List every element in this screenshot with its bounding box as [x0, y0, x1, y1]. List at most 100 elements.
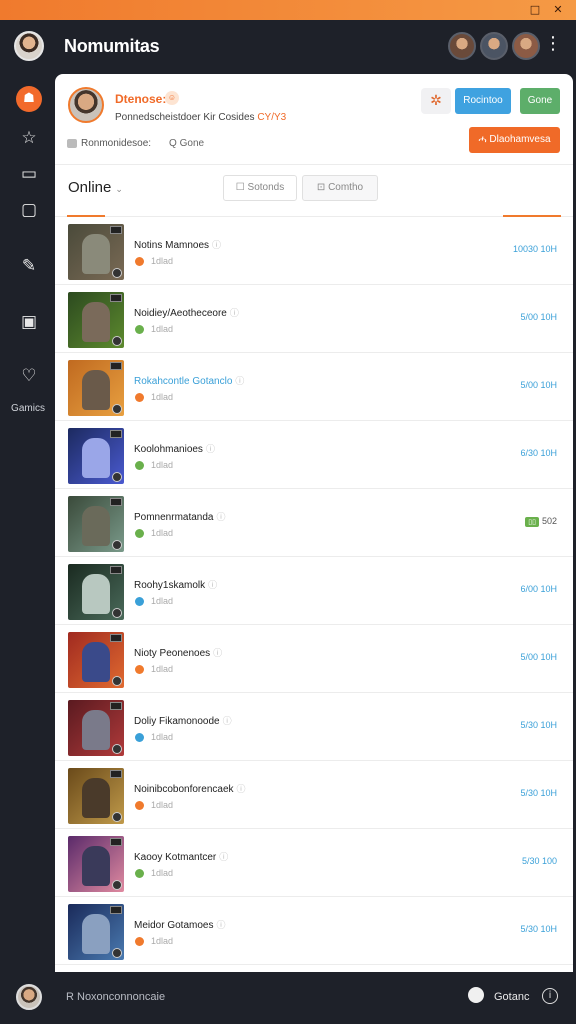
thumbnail-badge-icon [112, 608, 122, 618]
sidebar: ☗ ☆ ▭ ▢ ✎ ▣ ♡ Gamics [0, 74, 56, 972]
presence-dot [135, 869, 144, 878]
row-name-text: Kaooy Kotmantcer [134, 852, 217, 863]
friend-avatar[interactable] [512, 32, 540, 60]
info-icon: ⓘ [235, 376, 245, 386]
row-name: Rokahcontle Gotanclo ⓘ [134, 374, 244, 387]
thumbnail-tag [110, 770, 122, 778]
info-icon: ⓘ [229, 308, 239, 318]
thumbnail-badge-icon [112, 404, 122, 414]
more-menu-icon[interactable]: ⋮ [544, 34, 562, 54]
row-status: 1dlad [151, 664, 174, 674]
square-icon[interactable]: ▢ [18, 199, 40, 221]
row-time: 6/00 10H [520, 584, 557, 594]
heart-icon[interactable]: ♡ [18, 365, 40, 387]
close-icon[interactable]: ✕ [551, 3, 565, 17]
row-name: Noidiey/Aeotheceore ⓘ [134, 306, 239, 319]
thumbnail-tag [110, 362, 122, 370]
thumbnail-tag [110, 634, 122, 642]
character-figure [82, 710, 110, 750]
thumbnail-badge-icon [112, 472, 122, 482]
thumbnail-tag [110, 498, 122, 506]
profile-status-text: Ponnedscheistdoer Kir Cosides [115, 112, 255, 123]
game-thumbnail[interactable] [68, 768, 124, 824]
profile-meta: Ronmonidesoe: Q Gone [67, 138, 204, 149]
primary-action-button[interactable]: Rocintoo [455, 88, 511, 114]
row-time-text: 5/30 10H [520, 788, 557, 798]
thumbnail-badge-icon [112, 880, 122, 890]
thumbnail-tag [110, 702, 122, 710]
user-avatar[interactable] [14, 31, 44, 61]
profile-avatar[interactable] [68, 87, 104, 123]
profile-header: Dtenose: ☺ Ponnedscheistdoer Kir Cosides… [55, 74, 573, 164]
list-item[interactable]: Doliy Fikamonoode ⓘ 1dlad 5/30 10H [55, 693, 573, 761]
row-status: 1dlad [151, 936, 174, 946]
orange-action-button[interactable]: ሓ Dlaohamvesa [469, 127, 560, 153]
user-icon[interactable] [468, 987, 484, 1003]
list-item[interactable]: Notins Mamnoes ⓘ 1dlad 10030 10H [55, 217, 573, 285]
game-thumbnail[interactable] [68, 428, 124, 484]
list-item[interactable]: Pomnenrmatanda ⓘ 1dlad ▯▯ 502 [55, 489, 573, 557]
presence-dot [135, 461, 144, 470]
row-name: Meidor Gotamoes ⓘ [134, 918, 226, 931]
thumbnail-tag [110, 566, 122, 574]
app-header: Nomumitas ⋮ [0, 20, 576, 74]
profile-meta-game[interactable]: Q Gone [169, 138, 204, 149]
list-item[interactable]: Roohy1skamolk ⓘ 1dlad 6/00 10H [55, 557, 573, 625]
row-time: 10030 10H [513, 244, 557, 254]
presence-dot [135, 325, 144, 334]
game-thumbnail[interactable] [68, 904, 124, 960]
footer-avatar[interactable] [16, 984, 42, 1010]
game-thumbnail[interactable] [68, 224, 124, 280]
list-item[interactable]: Noidiey/Aeotheceore ⓘ 1dlad 5/00 10H [55, 285, 573, 353]
secondary-action-button[interactable]: Gone [520, 88, 560, 114]
info-icon: ⓘ [212, 240, 222, 250]
list-item[interactable]: Nioty Peonenoes ⓘ 1dlad 5/00 10H [55, 625, 573, 693]
row-time: ▯▯ 502 [525, 516, 557, 527]
row-time: 5/30 10H [520, 924, 557, 934]
tools-icon[interactable]: ✲ [421, 88, 451, 114]
row-name: Pomnenrmatanda ⓘ [134, 510, 226, 523]
game-thumbnail[interactable] [68, 836, 124, 892]
image-icon[interactable]: ▣ [18, 311, 40, 333]
footer-text: R Noxonconnoncaie [66, 991, 166, 1003]
friend-avatar[interactable] [480, 32, 508, 60]
row-status: 1dlad [151, 324, 174, 334]
sidebar-label[interactable]: Gamics [0, 403, 56, 414]
friend-avatar[interactable] [448, 32, 476, 60]
online-filter[interactable]: Online ⌄ [68, 179, 123, 196]
presence-dot [135, 801, 144, 810]
filter-button-1[interactable]: ☐ Sotonds [223, 175, 297, 201]
row-time: 5/00 10H [520, 652, 557, 662]
row-time-text: 10030 10H [512, 244, 557, 254]
game-thumbnail[interactable] [68, 632, 124, 688]
chat-icon[interactable]: ▭ [18, 163, 40, 185]
list-item[interactable]: Rokahcontle Gotanclo ⓘ 1dlad 5/00 10H [55, 353, 573, 421]
filter-button-2[interactable]: ⊡ Comtho [302, 175, 378, 201]
star-icon[interactable]: ☆ [18, 127, 40, 149]
footer-label[interactable]: Gotanc [494, 991, 529, 1003]
window-titlebar: □ ✕ [0, 0, 576, 20]
minimize-icon[interactable]: □ [528, 3, 542, 17]
game-thumbnail[interactable] [68, 292, 124, 348]
row-name-text: Nioty Peonenoes [134, 648, 211, 659]
list-item[interactable]: Meidor Gotamoes ⓘ 1dlad 5/30 10H [55, 897, 573, 965]
game-thumbnail[interactable] [68, 700, 124, 756]
game-thumbnail[interactable] [68, 496, 124, 552]
pencil-icon[interactable]: ✎ [18, 255, 40, 277]
game-thumbnail[interactable] [68, 360, 124, 416]
list-item[interactable]: Kaooy Kotmantcer ⓘ 1dlad 5/30 100 [55, 829, 573, 897]
info-icon: ⓘ [208, 580, 218, 590]
info-icon[interactable]: i [542, 988, 558, 1004]
home-icon[interactable]: ☗ [16, 86, 42, 112]
thumbnail-badge-icon [112, 948, 122, 958]
row-status: 1dlad [151, 732, 174, 742]
filter-bar: Online ⌄ ☐ Sotonds ⊡ Comtho [55, 164, 573, 217]
info-icon: ⓘ [219, 852, 229, 862]
row-name: Nioty Peonenoes ⓘ [134, 646, 222, 659]
chevron-down-icon[interactable]: ⌄ [115, 184, 123, 194]
game-thumbnail[interactable] [68, 564, 124, 620]
row-name-text: Noinibcobonforencaek [134, 784, 234, 795]
list-item[interactable]: Noinibcobonforencaek ⓘ 1dlad 5/30 10H [55, 761, 573, 829]
presence-dot [135, 733, 144, 742]
list-item[interactable]: Koolohmanioes ⓘ 1dlad 6/30 10H [55, 421, 573, 489]
